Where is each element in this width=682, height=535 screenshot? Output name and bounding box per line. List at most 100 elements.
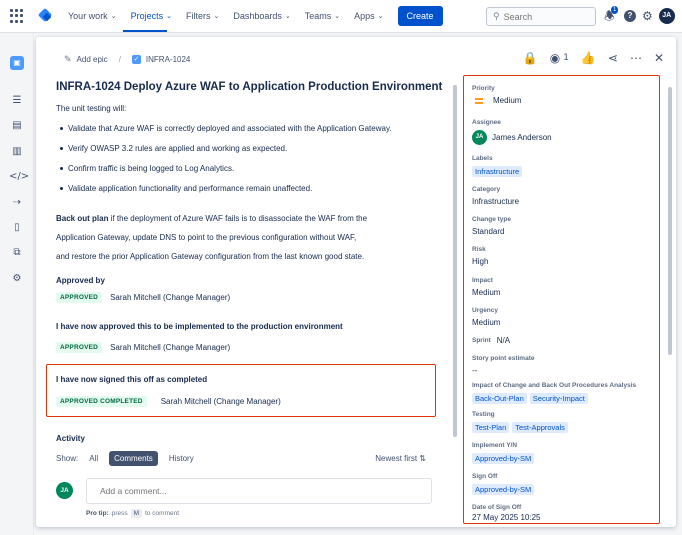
- change-type-field[interactable]: Change type Standard: [472, 216, 511, 236]
- assignee-field[interactable]: Assignee JA James Anderson: [472, 119, 552, 145]
- code-icon[interactable]: </>: [9, 170, 29, 184]
- board-list-icon[interactable]: ▤: [9, 119, 25, 133]
- label-tag[interactable]: Back-Out-Plan: [472, 393, 527, 404]
- pencil-icon: ✎: [64, 54, 72, 64]
- approval-row: APPROVED Sarah Mitchell (Change Manager): [56, 292, 230, 303]
- backout-label: Back out plan: [56, 214, 109, 223]
- active-nav-indicator: [123, 30, 167, 32]
- filter-all[interactable]: All: [84, 451, 103, 466]
- thumbs-up-icon[interactable]: 👍: [581, 51, 596, 65]
- description-intro: The unit testing will:: [56, 104, 127, 113]
- issue-title[interactable]: INFRA-1024 Deploy Azure WAF to Applicati…: [56, 81, 442, 93]
- pages-icon[interactable]: ▯: [9, 221, 25, 235]
- description-bullets: Validate that Azure WAF is correctly dep…: [56, 124, 456, 204]
- lock-icon[interactable]: 🔒: [523, 51, 538, 65]
- shortcut-icon[interactable]: ⧉: [9, 246, 25, 260]
- notification-badge: 1: [611, 6, 619, 14]
- main-scrollbar[interactable]: [453, 85, 457, 437]
- label-tag[interactable]: Approved-by-SM: [472, 484, 535, 495]
- impact-analysis-field[interactable]: Impact of Change and Back Out Procedures…: [472, 382, 636, 404]
- app-switcher-icon[interactable]: [10, 9, 24, 23]
- category-field[interactable]: Category Infrastructure: [472, 186, 519, 206]
- status-badge: APPROVED: [56, 292, 103, 303]
- signed-statement: I have now signed this off as completed: [56, 375, 208, 384]
- create-button[interactable]: Create: [397, 6, 443, 26]
- implement-statement: I have now approved this to be implement…: [56, 322, 343, 331]
- list-item: Confirm traffic is being logged to Log A…: [56, 164, 456, 184]
- issue-key-link[interactable]: INFRA-1024: [146, 55, 190, 64]
- approved-by-label: Approved by: [56, 276, 105, 285]
- list-item: Validate application functionality and p…: [56, 184, 456, 204]
- implement-approval-row: APPROVED Sarah Mitchell (Change Manager): [56, 342, 230, 353]
- urgency-field[interactable]: Urgency Medium: [472, 307, 500, 327]
- details-panel: Priority Medium Assignee JA James Anderso…: [463, 75, 660, 524]
- label-tag[interactable]: Approved-by-SM: [472, 453, 535, 464]
- more-options-icon[interactable]: ⋯: [630, 51, 642, 65]
- filter-history[interactable]: History: [164, 451, 199, 466]
- activity-filter-row: Show: All Comments History Newest first …: [56, 450, 426, 466]
- show-label: Show:: [56, 453, 79, 463]
- nav-projects[interactable]: Projects ⌄: [131, 11, 172, 21]
- date-signoff-field[interactable]: Date of Sign Off 27 May 2025 10:25: [472, 504, 541, 522]
- left-sidebar: ▣ ☰ ▤ ▥ </> ⇢ ▯ ⧉ ⚙: [0, 33, 34, 535]
- chevron-down-icon: ⌄: [166, 13, 172, 20]
- help-icon[interactable]: ?: [624, 10, 636, 22]
- search-input[interactable]: [503, 11, 584, 22]
- chevron-down-icon: ⌄: [110, 13, 117, 20]
- approver-name: Sarah Mitchell (Change Manager): [110, 343, 231, 352]
- risk-field[interactable]: Risk High: [472, 246, 488, 266]
- story-points-field[interactable]: Story point estimate --: [472, 355, 534, 375]
- backout-plan: Back out plan if the deployment of Azure…: [56, 209, 441, 266]
- sort-icon: ⇅: [419, 453, 426, 463]
- chevron-down-icon: ⌄: [284, 13, 291, 20]
- signed-approval-row: APPROVED COMPLETED Sarah Mitchell (Chang…: [56, 396, 281, 407]
- nav-your-work[interactable]: Your work ⌄: [68, 11, 117, 21]
- breadcrumb-separator: /: [118, 55, 121, 64]
- notifications-icon[interactable]: 🕭 1: [604, 6, 619, 23]
- impact-field[interactable]: Impact Medium: [472, 277, 500, 297]
- label-tag[interactable]: Infrastructure: [472, 166, 523, 177]
- label-tag[interactable]: Test-Plan: [472, 422, 510, 433]
- watch-button[interactable]: ◉ 1: [550, 51, 569, 65]
- issue-modal: ✎ Add epic / ✓ INFRA-1024 🔒 ◉ 1 👍 ⋖ ⋯ ✕ I…: [36, 37, 676, 527]
- jira-logo-icon[interactable]: [38, 8, 54, 24]
- backout-text: if the deployment of Azure WAF fails is …: [108, 214, 368, 223]
- approver-name: Sarah Mitchell (Change Manager): [110, 293, 231, 302]
- share-icon[interactable]: ⋖: [608, 51, 618, 65]
- pro-tip: Pro tip: press M to comment: [86, 509, 180, 518]
- user-avatar[interactable]: JA: [658, 8, 675, 24]
- labels-field[interactable]: Labels Infrastructure: [472, 155, 525, 177]
- details-scrollbar[interactable]: [668, 87, 672, 355]
- activity-heading: Activity: [56, 434, 85, 443]
- implement-field[interactable]: Implement Y/N Approved-by-SM: [472, 442, 537, 464]
- breadcrumb: ✎ Add epic / ✓ INFRA-1024: [64, 54, 190, 65]
- nav-teams[interactable]: Teams ⌄: [305, 11, 340, 21]
- nav-filters[interactable]: Filters ⌄: [186, 11, 219, 21]
- eye-icon: ◉: [549, 51, 561, 65]
- issue-header: ✎ Add epic / ✓ INFRA-1024 🔒 ◉ 1 👍 ⋖ ⋯ ✕: [36, 37, 676, 73]
- label-tag[interactable]: Security-Impact: [529, 393, 588, 404]
- label-tag[interactable]: Test-Approvals: [512, 422, 568, 433]
- backout-text-line2: Application Gateway, update DNS to point…: [56, 233, 357, 242]
- comment-input[interactable]: [86, 478, 432, 504]
- nav-dashboards[interactable]: Dashboards ⌄: [233, 11, 290, 21]
- project-icon[interactable]: ▣: [10, 56, 24, 70]
- nav-apps[interactable]: Apps ⌄: [354, 11, 383, 21]
- sprint-field[interactable]: Sprint N/A: [472, 336, 510, 345]
- settings-icon[interactable]: ⚙: [9, 272, 25, 286]
- priority-medium-icon: [475, 97, 483, 104]
- top-right-icons: 🕭 1 ? ⚙ JA: [604, 6, 675, 24]
- add-epic-link[interactable]: Add epic: [77, 55, 108, 64]
- backlog-icon[interactable]: ☰: [9, 94, 25, 108]
- signed-off-highlight: [46, 364, 436, 417]
- filter-comments[interactable]: Comments: [109, 450, 158, 466]
- releases-icon[interactable]: ⇢: [9, 196, 25, 210]
- priority-field[interactable]: Priority Medium: [472, 85, 521, 105]
- close-icon[interactable]: ✕: [654, 51, 664, 65]
- signoff-field[interactable]: Sign Off Approved-by-SM: [472, 473, 537, 495]
- sort-toggle[interactable]: Newest first ⇅: [375, 454, 426, 463]
- board-icon[interactable]: ▥: [9, 145, 25, 159]
- settings-gear-icon[interactable]: ⚙: [642, 10, 653, 22]
- testing-field[interactable]: Testing Test-Plan Test-Approvals: [472, 411, 571, 433]
- search-box[interactable]: ⚲: [486, 7, 596, 26]
